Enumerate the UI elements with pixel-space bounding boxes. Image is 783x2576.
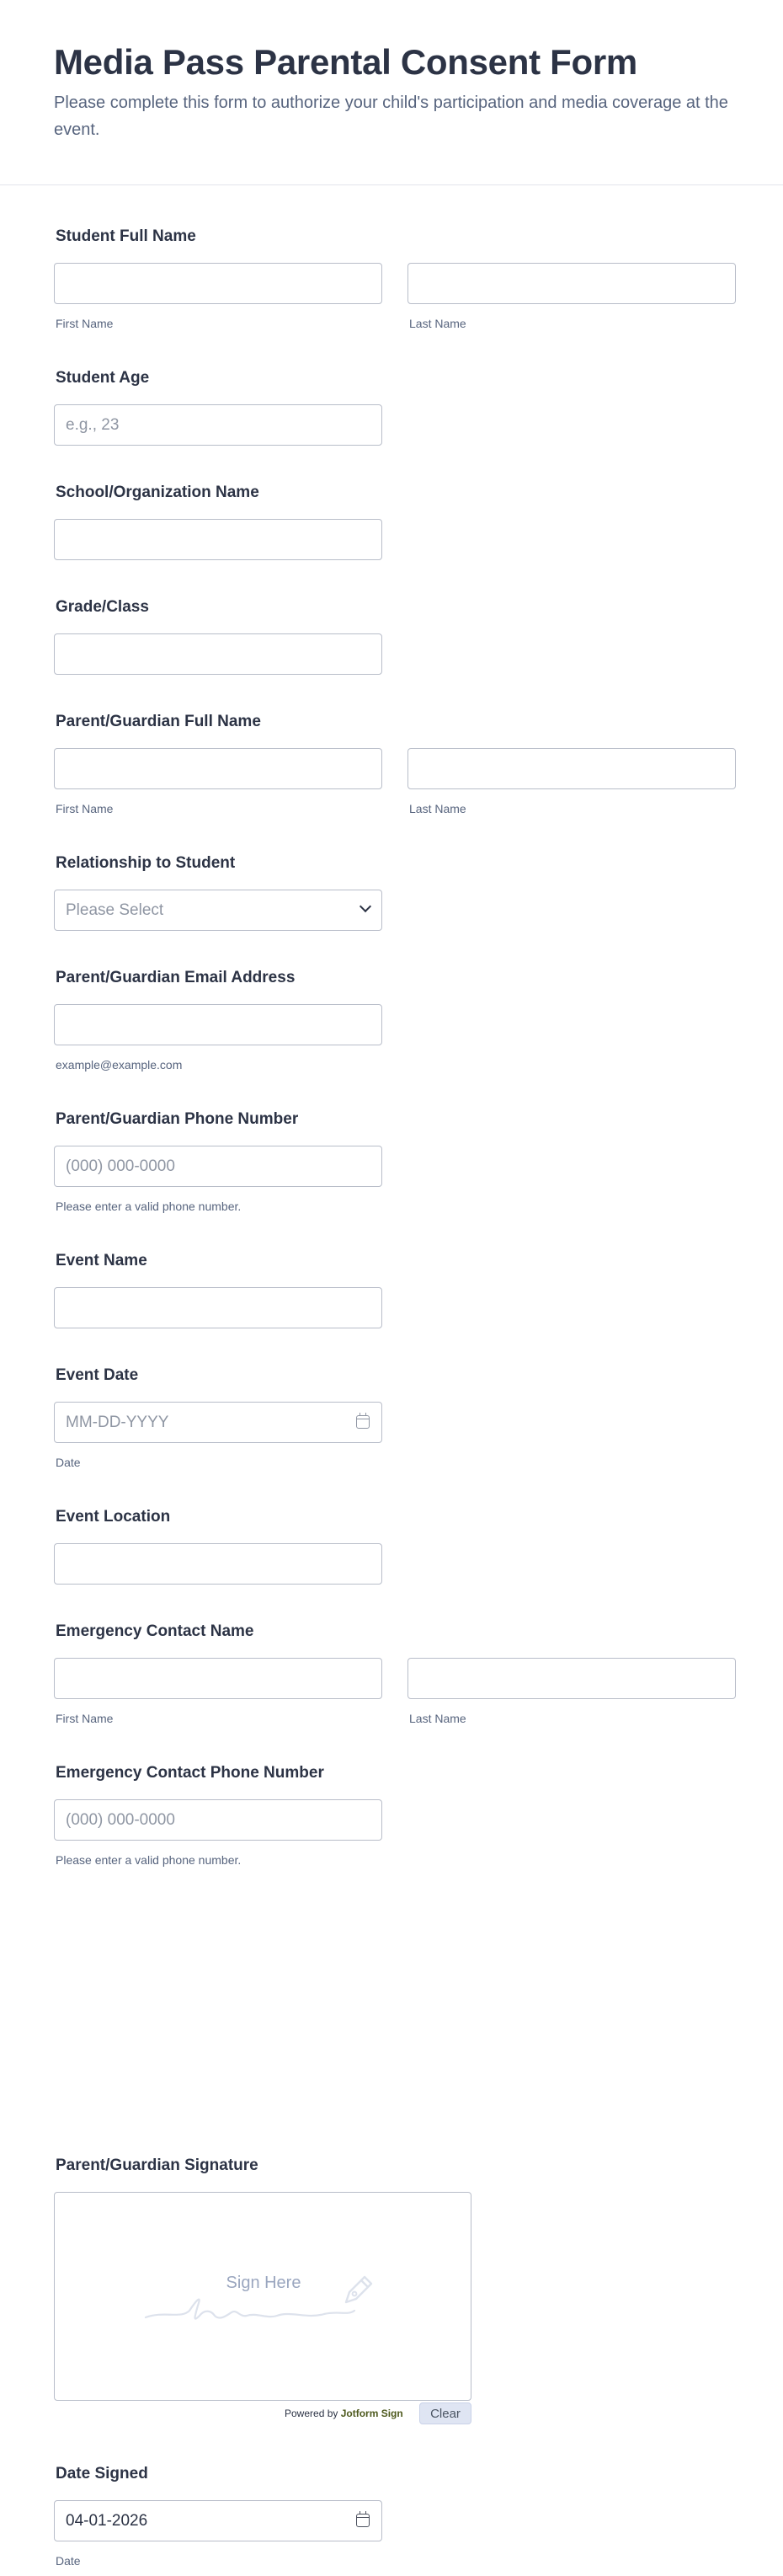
signature-scribble-icon	[144, 2298, 356, 2320]
student-age-input[interactable]: e.g., 23	[54, 404, 382, 446]
student-first-name-sublabel: First Name	[56, 317, 114, 330]
chevron-down-icon	[359, 900, 372, 913]
emergency-phone-input[interactable]: (000) 000-0000	[54, 1799, 382, 1841]
guardian-email-label: Parent/Guardian Email Address	[56, 969, 296, 986]
student-last-name-sublabel: Last Name	[409, 317, 466, 330]
guardian-phone-input[interactable]: (000) 000-0000	[54, 1146, 382, 1187]
event-date-sublabel: Date	[56, 1456, 81, 1469]
guardian-first-name-input[interactable]	[54, 748, 382, 789]
event-name-label: Event Name	[56, 1252, 147, 1269]
powered-by-text: Powered by Jotform Sign	[285, 2408, 403, 2419]
sign-here-prompt: Sign Here	[226, 2274, 301, 2292]
form-subtitle: Please complete this form to authorize y…	[54, 94, 728, 139]
guardian-phone-sublabel: Please enter a valid phone number.	[56, 1200, 242, 1213]
student-age-label: Student Age	[56, 369, 150, 387]
event-location-input[interactable]	[54, 1543, 382, 1585]
guardian-last-name-input[interactable]	[407, 748, 736, 789]
emergency-first-name-sublabel: First Name	[56, 1712, 114, 1725]
student-age-placeholder: e.g., 23	[66, 415, 120, 434]
date-signed-label: Date Signed	[56, 2465, 148, 2482]
date-signed-sublabel: Date	[56, 2554, 81, 2568]
guardian-email-input[interactable]	[54, 1004, 382, 1045]
relationship-label: Relationship to Student	[56, 854, 236, 872]
date-signed-value: 04-01-2026	[66, 2511, 148, 2530]
relationship-select[interactable]: Please Select	[54, 890, 382, 931]
powered-by-prefix: Powered by	[285, 2408, 338, 2419]
event-name-input[interactable]	[54, 1287, 382, 1328]
emergency-phone-placeholder: (000) 000-0000	[66, 1810, 175, 1829]
form-header: Media Pass Parental Consent Form Please …	[0, 0, 783, 185]
event-date-input[interactable]: MM-DD-YYYY	[54, 1402, 382, 1443]
grade-input[interactable]	[54, 633, 382, 675]
guardian-email-sublabel: example@example.com	[56, 1058, 183, 1072]
student-name-label: Student Full Name	[56, 227, 196, 245]
student-first-name-input[interactable]	[54, 263, 382, 304]
event-location-label: Event Location	[56, 1508, 171, 1526]
guardian-phone-placeholder: (000) 000-0000	[66, 1157, 175, 1175]
guardian-phone-label: Parent/Guardian Phone Number	[56, 1110, 299, 1128]
guardian-name-label: Parent/Guardian Full Name	[56, 713, 261, 730]
relationship-selected-value: Please Select	[66, 901, 164, 919]
form-title: Media Pass Parental Consent Form	[54, 42, 637, 82]
school-input[interactable]	[54, 519, 382, 560]
emergency-first-name-input[interactable]	[54, 1658, 382, 1699]
emergency-phone-sublabel: Please enter a valid phone number.	[56, 1853, 242, 1867]
event-date-label: Event Date	[56, 1366, 139, 1384]
calendar-icon[interactable]	[356, 2511, 370, 2527]
powered-by-brand[interactable]: Jotform Sign	[341, 2408, 403, 2419]
emergency-last-name-input[interactable]	[407, 1658, 736, 1699]
date-signed-input[interactable]: 04-01-2026	[54, 2500, 382, 2541]
guardian-last-name-sublabel: Last Name	[409, 802, 466, 815]
school-label: School/Organization Name	[56, 484, 259, 501]
calendar-icon[interactable]	[356, 1413, 370, 1429]
emergency-name-label: Emergency Contact Name	[56, 1622, 254, 1640]
signature-pad[interactable]: Sign Here	[54, 2192, 471, 2401]
event-date-placeholder: MM-DD-YYYY	[66, 1413, 169, 1431]
emergency-last-name-sublabel: Last Name	[409, 1712, 466, 1725]
student-last-name-input[interactable]	[407, 263, 736, 304]
guardian-first-name-sublabel: First Name	[56, 802, 114, 815]
emergency-phone-label: Emergency Contact Phone Number	[56, 1764, 324, 1782]
signature-label: Parent/Guardian Signature	[56, 2156, 258, 2174]
grade-label: Grade/Class	[56, 598, 149, 616]
pen-nib-icon	[344, 2275, 373, 2304]
clear-signature-button[interactable]: Clear	[419, 2402, 471, 2424]
